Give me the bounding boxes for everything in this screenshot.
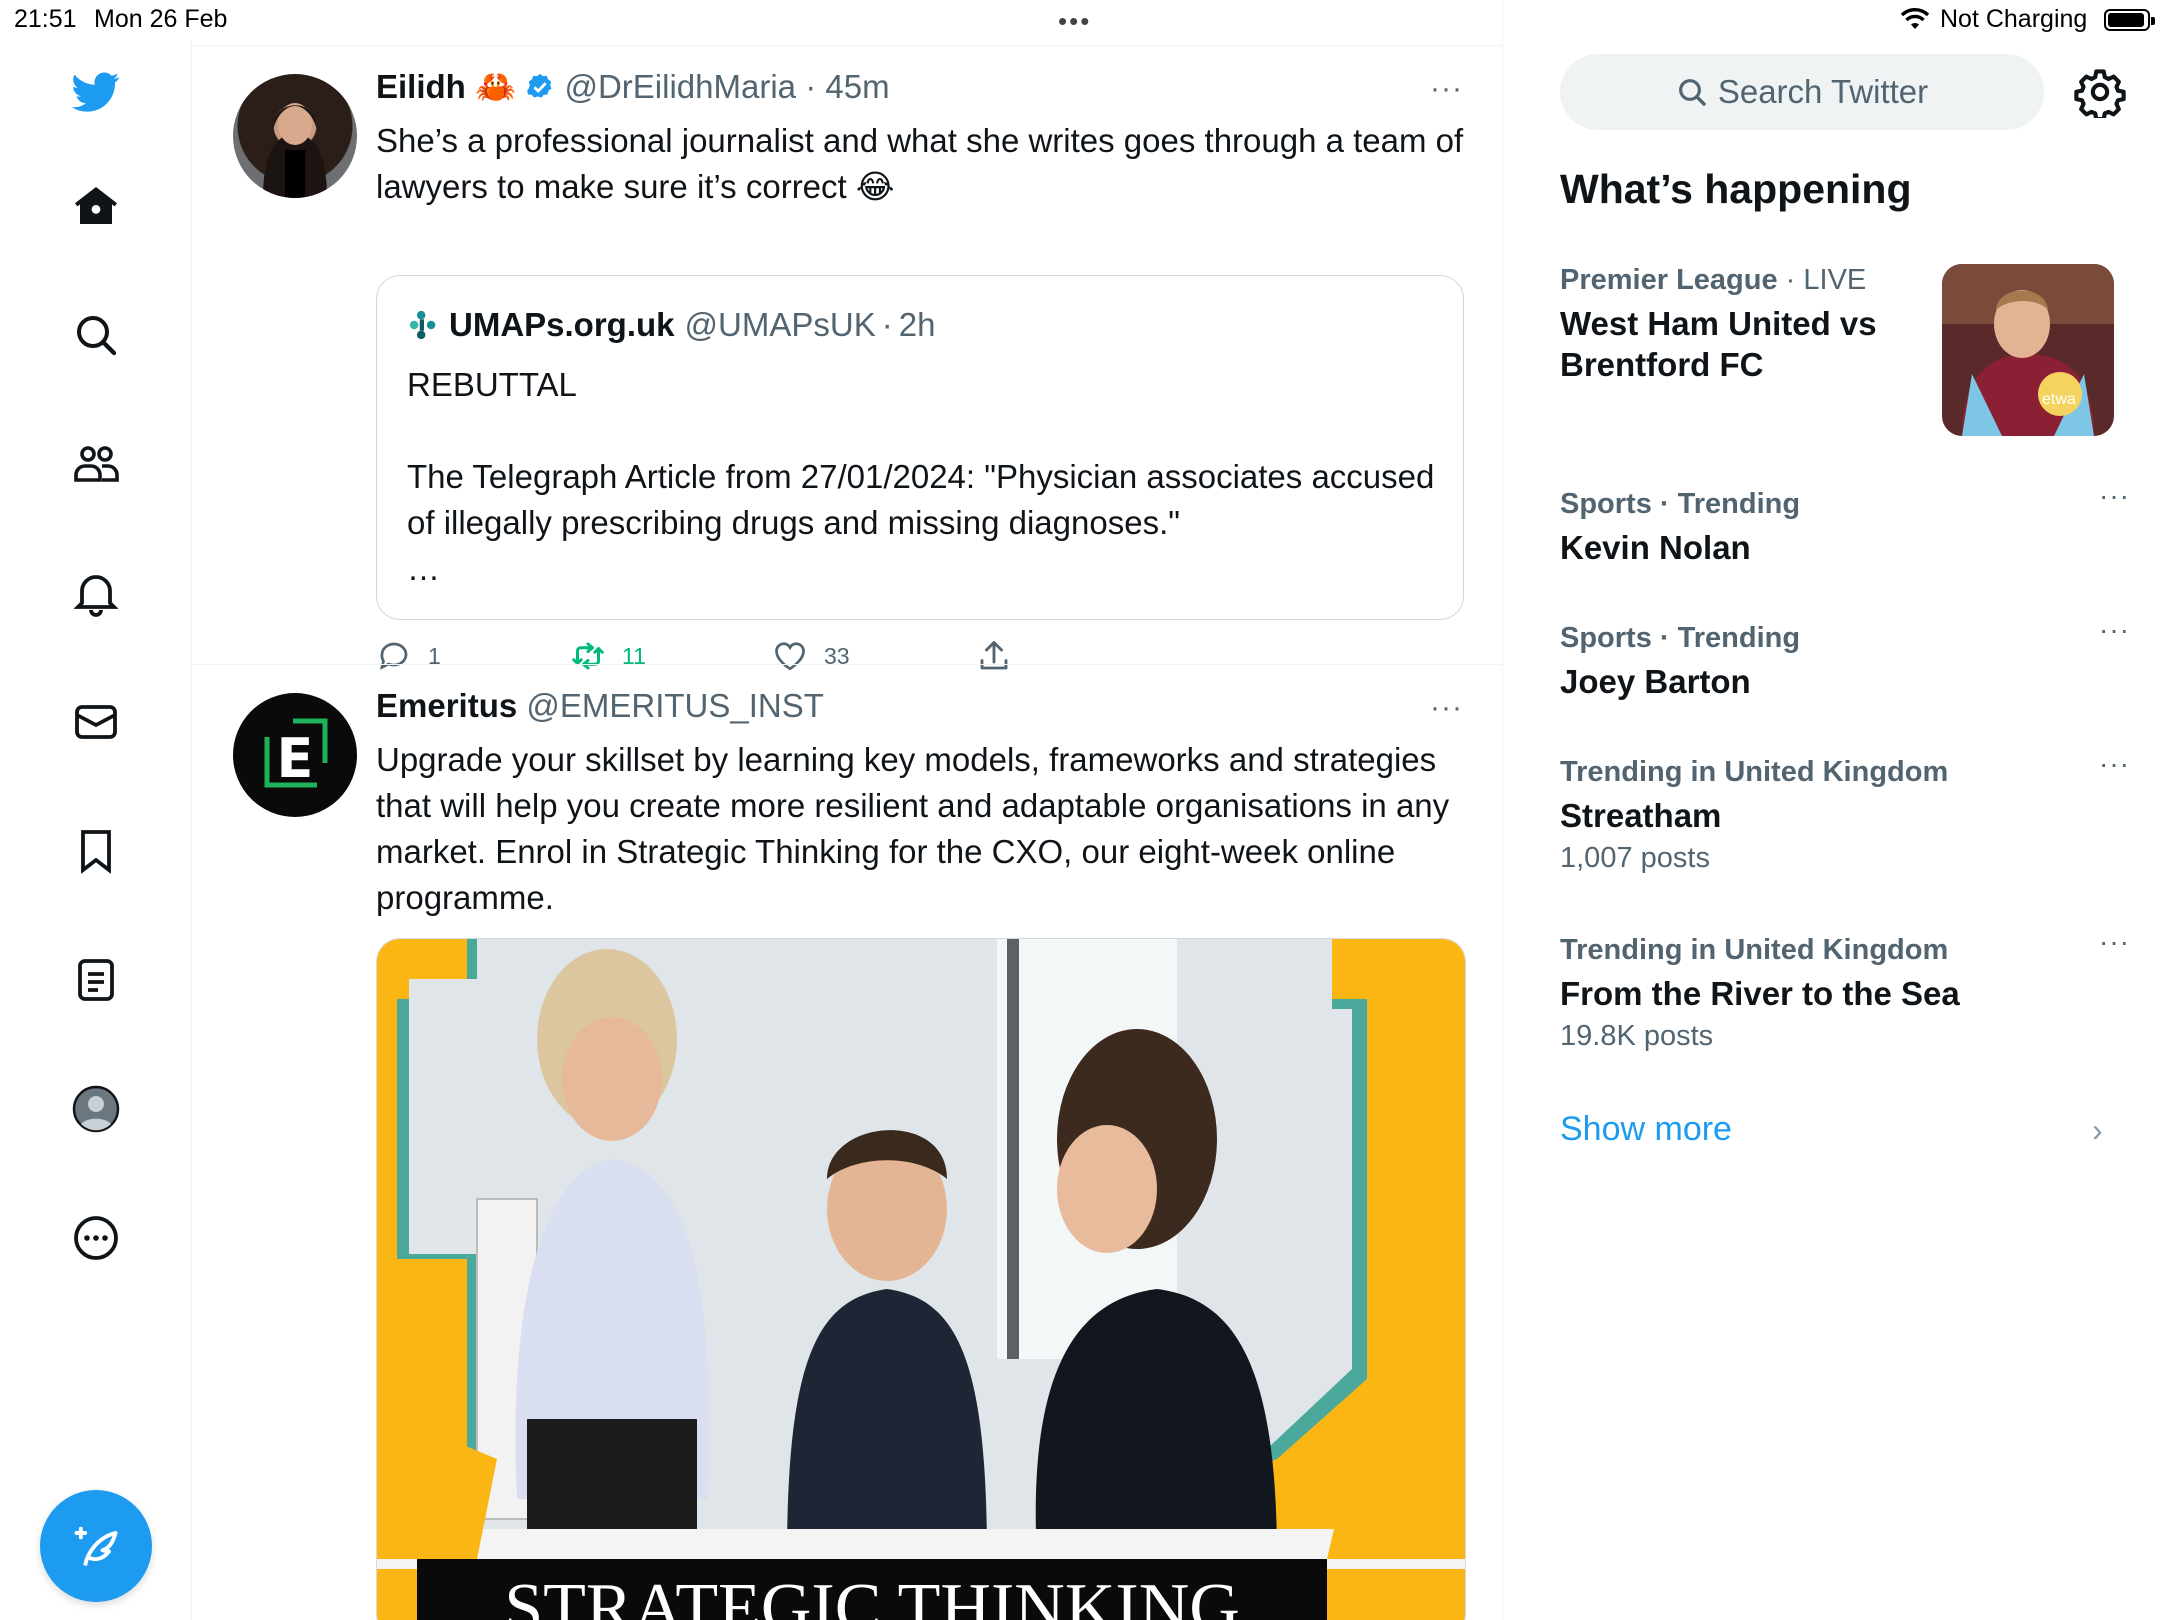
search-icon: [1678, 79, 1706, 106]
tweet-text: She’s a professional journalist and what…: [376, 122, 1464, 205]
trend-item[interactable]: Sports · Trending Kevin Nolan ···: [1560, 480, 2130, 568]
author-handle[interactable]: @EMERITUS_INST: [526, 687, 824, 724]
trend-item[interactable]: Trending in United Kingdom From the Rive…: [1560, 926, 2130, 1053]
search-input[interactable]: Search Twitter: [1560, 54, 2044, 130]
trend-meta: Trending in United Kingdom: [1560, 934, 1949, 966]
quoted-author-name[interactable]: UMAPs.org.uk: [449, 306, 675, 344]
trend-title: Kevin Nolan: [1560, 529, 1751, 566]
trend-title: From the River to the Sea: [1560, 975, 1960, 1012]
author-name[interactable]: Emeritus: [376, 687, 517, 724]
settings-gear-icon[interactable]: [2074, 66, 2126, 118]
right-sidebar: Search Twitter What’s happening Premier …: [1504, 0, 2160, 1620]
author-name[interactable]: Eilidh: [376, 68, 466, 105]
trend-item[interactable]: Premier League · LIVE West Ham United vs…: [1560, 264, 1920, 385]
whats-happening-heading: What’s happening: [1560, 166, 1912, 212]
trend-item[interactable]: Sports · Trending Joey Barton ···: [1560, 614, 2130, 702]
trend-post-count: 19.8K posts: [1560, 1020, 1714, 1052]
svg-text:etwa: etwa: [2042, 391, 2076, 408]
trend-more-options-icon[interactable]: ···: [2099, 614, 2130, 646]
profile-avatar-icon[interactable]: [68, 1081, 124, 1137]
bookmarks-icon[interactable]: [68, 823, 124, 879]
home-icon[interactable]: [68, 178, 124, 234]
tweet[interactable]: Eilidh 🦀 @DrEilidhMaria · 45m ··· She’s …: [193, 46, 1502, 671]
avatar[interactable]: [233, 74, 357, 198]
name-emoji: 🦀: [475, 68, 517, 105]
trend-title: West Ham United vs Brentford FC: [1560, 305, 1877, 383]
trend-meta: Sports · Trending: [1560, 622, 1801, 654]
messages-icon[interactable]: [68, 694, 124, 750]
trend-title: Joey Barton: [1560, 663, 1751, 700]
avatar[interactable]: E: [233, 693, 357, 817]
trend-item[interactable]: Trending in United Kingdom Streatham 1,0…: [1560, 748, 2130, 875]
quoted-tweet-time[interactable]: 2h: [899, 306, 936, 344]
tweet-header: Eilidh 🦀 @DrEilidhMaria · 45m: [376, 68, 890, 107]
trend-more-options-icon[interactable]: ···: [2099, 748, 2130, 780]
show-more-link[interactable]: Show more: [1560, 1110, 1732, 1149]
communities-icon[interactable]: [68, 436, 124, 492]
trend-meta: Premier League · LIVE: [1560, 264, 1867, 296]
verified-badge-icon: [527, 73, 552, 98]
author-handle[interactable]: @DrEilidhMaria: [564, 68, 796, 105]
twitter-logo-icon[interactable]: [68, 64, 124, 120]
tweet-media-image[interactable]: STRATEGIC THINKING: [376, 938, 1466, 1620]
notifications-icon[interactable]: [68, 565, 124, 621]
chevron-right-icon[interactable]: ›: [2092, 1112, 2103, 1149]
tweet-more-options-icon[interactable]: ···: [1430, 72, 1463, 106]
search-placeholder: Search Twitter: [1717, 73, 1929, 110]
trend-thumbnail-image[interactable]: etwa: [1942, 264, 2114, 436]
quoted-tweet[interactable]: UMAPs.org.uk @UMAPsUK · 2h REBUTTAL The …: [376, 275, 1464, 620]
status-time: 21:51: [14, 5, 77, 33]
tweet-more-options-icon[interactable]: ···: [1430, 691, 1463, 725]
trend-meta: Trending in United Kingdom: [1560, 756, 1949, 788]
tweet[interactable]: E Emeritus @EMERITUS_INST ··· Upgrade yo…: [193, 665, 1502, 1620]
quoted-author-handle[interactable]: @UMAPsUK: [685, 306, 876, 344]
tweet-text: Upgrade your skillset by learning key mo…: [376, 741, 1450, 916]
explore-icon[interactable]: [68, 307, 124, 363]
compose-tweet-button[interactable]: [40, 1490, 152, 1602]
quoted-tweet-header: UMAPs.org.uk @UMAPsUK · 2h: [407, 306, 935, 344]
avatar-letter: E: [277, 727, 314, 790]
tweet-header: Emeritus @EMERITUS_INST: [376, 687, 824, 725]
separator: ·: [805, 68, 817, 105]
trend-more-options-icon[interactable]: ···: [2099, 926, 2130, 958]
timeline: Eilidh 🦀 @DrEilidhMaria · 45m ··· She’s …: [193, 0, 1503, 1620]
media-caption: STRATEGIC THINKING: [504, 1570, 1240, 1620]
quoted-tweet-text: REBUTTAL The Telegraph Article from 27/0…: [407, 366, 1435, 587]
tweet-time[interactable]: 45m: [825, 68, 889, 105]
compose-icon: [74, 1526, 118, 1566]
umaps-logo-icon: [409, 310, 436, 340]
trend-post-count: 1,007 posts: [1560, 842, 1710, 874]
separator: ·: [881, 306, 893, 343]
lists-icon[interactable]: [68, 952, 124, 1008]
more-icon[interactable]: [68, 1210, 124, 1266]
trend-meta: Sports · Trending: [1560, 488, 1801, 520]
trend-title: Streatham: [1560, 797, 1722, 834]
trend-more-options-icon[interactable]: ···: [2099, 480, 2130, 512]
left-navigation: [0, 40, 192, 1620]
